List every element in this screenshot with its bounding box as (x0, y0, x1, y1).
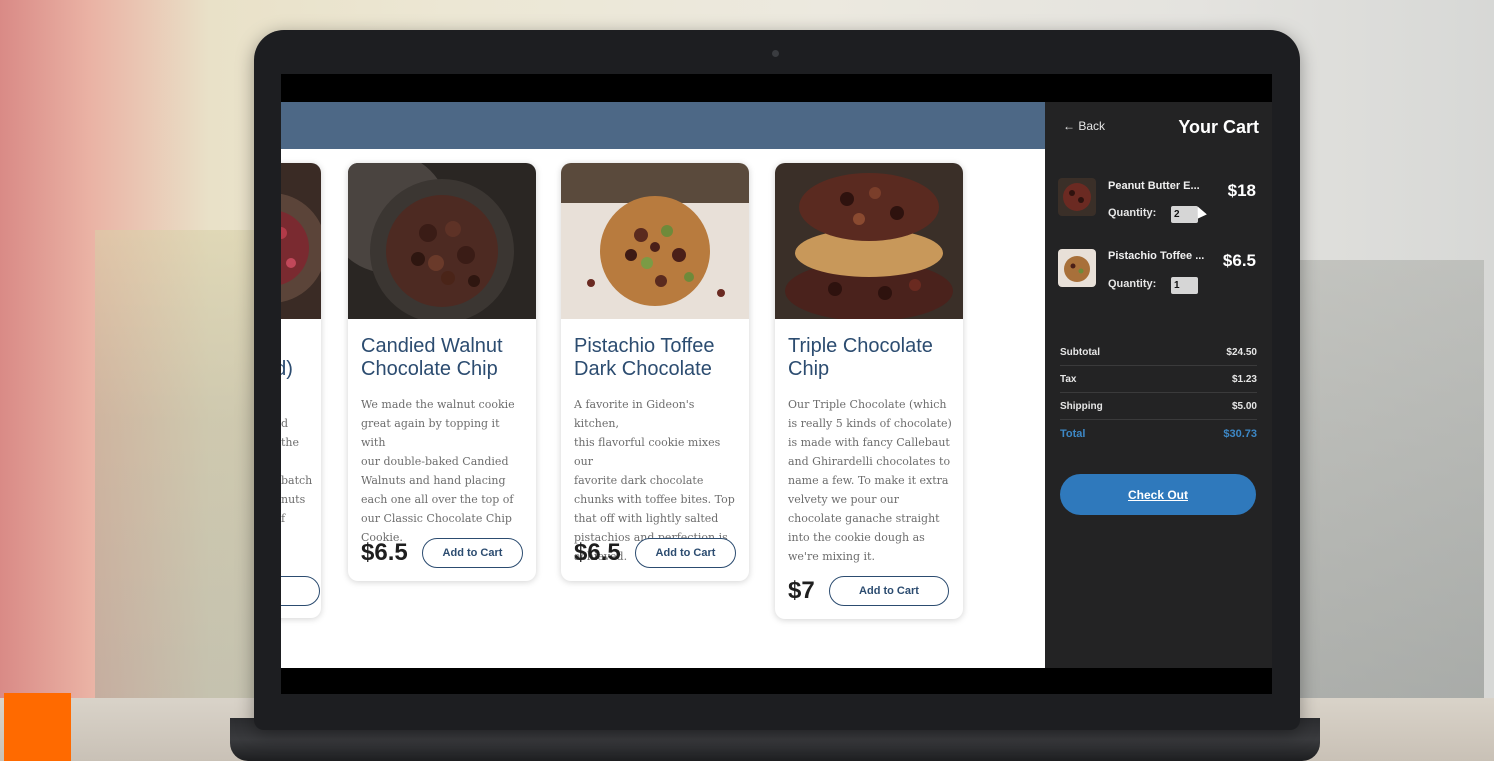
product-description: d the batch nuts f (281, 417, 313, 525)
product-price: $6.5 (361, 539, 408, 566)
product-title: Triple Chocolate Chip (788, 335, 933, 380)
cart-item-name: Pistachio Toffee ... (1108, 250, 1205, 262)
site-header-bar (281, 102, 1045, 149)
cart-item-thumbnail (1058, 249, 1096, 287)
product-price: $7 (788, 577, 815, 604)
camera-dot (772, 50, 779, 57)
cart-panel: ← Back Your Cart Peanut Butter E... $18 … (1045, 102, 1272, 668)
background-shelf-right (1284, 260, 1484, 700)
cart-item-quantity-label: Quantity: (1108, 207, 1157, 219)
shipping-row: Shipping $5.00 (1060, 393, 1257, 420)
product-image-triple-chocolate (775, 163, 963, 319)
product-description: We made the walnut cookie great again by… (361, 398, 515, 544)
product-card-candied-walnut: Candied Walnut Chocolate Chip We made th… (348, 163, 536, 581)
add-to-cart-button[interactable]: Add to Cart (422, 538, 523, 568)
cart-item-thumbnail (1058, 178, 1096, 216)
product-image-partial (281, 163, 321, 319)
product-title: ed) (281, 358, 293, 380)
cart-item-quantity-label: Quantity: (1108, 278, 1157, 290)
cart-item-price: $18 (1227, 181, 1256, 200)
subtotal-row: Subtotal $24.50 (1060, 339, 1257, 366)
back-link[interactable]: ← Back (1063, 119, 1105, 133)
cart-item-price: $6.5 (1222, 251, 1256, 270)
product-image-candied-walnut (348, 163, 536, 319)
background-shelf-left (95, 230, 265, 700)
subtotal-value: $24.50 (1226, 346, 1257, 358)
product-price: $6.5 (574, 539, 621, 566)
total-row: Total $30.73 (1060, 421, 1257, 447)
shipping-label: Shipping (1060, 400, 1103, 412)
product-image-pistachio-toffee (561, 163, 749, 319)
orange-corner-badge (4, 693, 71, 761)
shipping-value: $5.00 (1231, 400, 1257, 412)
total-value: $30.73 (1223, 428, 1257, 440)
product-description: Our Triple Chocolate (which is really 5 … (788, 398, 952, 563)
add-to-cart-button[interactable]: Add to Cart (829, 576, 949, 606)
add-to-cart-button[interactable] (281, 576, 320, 606)
add-to-cart-button[interactable]: Add to Cart (635, 538, 736, 568)
cart-item-name: Peanut Butter E... (1108, 180, 1200, 192)
product-title: Pistachio Toffee Dark Chocolate (574, 335, 715, 380)
checkout-button[interactable]: Check Out (1060, 474, 1256, 515)
cart-title: Your Cart (1178, 117, 1259, 137)
product-title: Candied Walnut Chocolate Chip (361, 335, 503, 380)
product-card-triple-chocolate: Triple Chocolate Chip Our Triple Chocola… (775, 163, 963, 619)
subtotal-label: Subtotal (1060, 346, 1100, 358)
shop-page: ed) d the batch nuts f (281, 102, 1045, 668)
tax-row: Tax $1.23 (1060, 366, 1257, 393)
laptop-screen: ed) d the batch nuts f (281, 74, 1272, 694)
total-label: Total (1060, 428, 1086, 440)
tax-label: Tax (1060, 373, 1077, 385)
product-card-partial: ed) d the batch nuts f (281, 163, 321, 618)
tax-value: $1.23 (1231, 373, 1257, 385)
quantity-input[interactable] (1171, 277, 1198, 294)
product-card-pistachio-toffee: Pistachio Toffee Dark Chocolate A favori… (561, 163, 749, 581)
